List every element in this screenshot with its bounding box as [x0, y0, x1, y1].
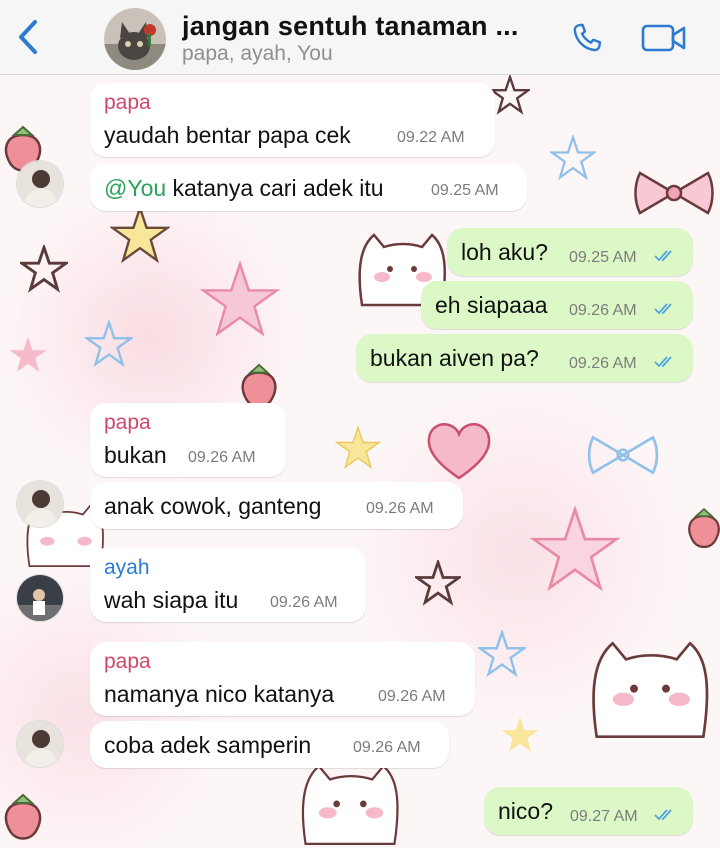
cat-decoration — [592, 641, 709, 738]
message-time: 09.26 AM — [353, 739, 421, 756]
message-bubble[interactable]: papa namanya nico katanya 09.26 AM — [90, 642, 475, 716]
message-bubble[interactable]: anak cowok, ganteng 09.26 AM — [90, 482, 463, 529]
message-bubble[interactable]: ayah wah siapa itu 09.26 AM — [90, 548, 366, 622]
message-text: loh aku? — [461, 239, 548, 265]
message-text: nico? — [498, 798, 553, 824]
message-bubble[interactable]: @You katanya cari adek itu 09.25 AM — [90, 164, 527, 211]
strawberry-decoration — [688, 507, 720, 549]
message-text: wah siapa itu — [104, 587, 239, 613]
chat-header: jangan sentuh tanaman ... papa, ayah, Yo… — [0, 0, 720, 75]
yellow-star-decoration — [335, 425, 381, 470]
dark-star-decoration — [415, 560, 461, 606]
message-time: 09.27 AM — [570, 808, 638, 825]
mention-you[interactable]: @You — [104, 175, 166, 201]
group-avatar[interactable] — [104, 8, 166, 70]
message-time: 09.25 AM — [569, 249, 637, 266]
dark-star-decoration — [20, 245, 68, 293]
bow-decoration — [634, 171, 714, 215]
papa-avatar-photo — [17, 161, 63, 207]
cat-decoration — [301, 764, 399, 845]
message-time: 09.26 AM — [188, 449, 256, 466]
message-bubble[interactable]: nico? 09.27 AM — [484, 787, 693, 835]
message-bubble[interactable]: loh aku? 09.25 AM — [447, 228, 693, 276]
papa-avatar-photo — [17, 721, 63, 767]
message-text: katanya cari adek itu — [166, 175, 384, 201]
avatar[interactable] — [16, 574, 64, 622]
dark-star-decoration — [490, 75, 530, 115]
avatar[interactable] — [16, 160, 64, 208]
blue-star-decoration — [550, 135, 596, 181]
message-bubble[interactable]: coba adek samperin 09.26 AM — [90, 721, 449, 768]
pink-star-decoration — [9, 337, 47, 372]
sender-name[interactable]: papa — [104, 650, 151, 674]
message-bubble[interactable]: papa yaudah bentar papa cek 09.22 AM — [90, 83, 495, 157]
strawberry-decoration — [4, 793, 42, 840]
sender-name[interactable]: papa — [104, 91, 151, 115]
message-bubble[interactable]: papa bukan 09.26 AM — [90, 403, 286, 477]
avatar[interactable] — [16, 480, 64, 528]
message-bubble[interactable]: eh siapaaa 09.26 AM — [421, 281, 693, 329]
blue-bow-decoration — [587, 435, 659, 475]
message-text: anak cowok, ganteng — [104, 493, 322, 519]
papa-avatar-photo — [17, 481, 63, 527]
message-time: 09.25 AM — [431, 182, 499, 199]
message-time: 09.22 AM — [397, 129, 465, 146]
chat-participants: papa, ayah, You — [182, 42, 333, 65]
chat-title[interactable]: jangan sentuh tanaman ... — [182, 11, 552, 42]
yellow-star-decoration — [501, 717, 539, 752]
yellow-star-decoration — [110, 205, 170, 264]
phone-icon — [573, 23, 602, 52]
cat-photo — [104, 8, 166, 70]
message-text: yaudah bentar papa cek — [104, 122, 351, 148]
message-time: 09.26 AM — [378, 688, 446, 705]
message-text: bukan aiven pa? — [370, 345, 539, 371]
message-text: eh siapaaa — [435, 292, 548, 318]
heart-decoration — [427, 423, 491, 480]
message-text: namanya nico katanya — [104, 681, 335, 707]
message-time: 09.26 AM — [569, 355, 637, 372]
pink-star-decoration — [200, 260, 280, 337]
pink-star-decoration — [530, 505, 620, 592]
read-ticks-icon — [654, 356, 672, 368]
ayah-avatar-photo — [17, 575, 63, 621]
voice-call-button[interactable] — [564, 18, 610, 58]
message-text: bukan — [104, 442, 167, 468]
message-bubble[interactable]: bukan aiven pa? 09.26 AM — [356, 334, 693, 382]
blue-star-decoration — [85, 320, 133, 368]
message-text: coba adek samperin — [104, 732, 312, 758]
video-call-button[interactable] — [636, 18, 692, 58]
read-ticks-icon — [654, 809, 672, 821]
back-button[interactable] — [8, 14, 48, 60]
blue-star-decoration — [478, 630, 526, 678]
avatar[interactable] — [16, 720, 64, 768]
chevron-left-icon — [19, 20, 37, 54]
sender-name[interactable]: papa — [104, 411, 151, 435]
read-ticks-icon — [654, 303, 672, 315]
message-time: 09.26 AM — [270, 594, 338, 611]
video-camera-icon — [641, 24, 686, 52]
message-time: 09.26 AM — [366, 500, 434, 517]
read-ticks-icon — [654, 250, 672, 262]
message-time: 09.26 AM — [569, 302, 637, 319]
sender-name[interactable]: ayah — [104, 556, 150, 580]
